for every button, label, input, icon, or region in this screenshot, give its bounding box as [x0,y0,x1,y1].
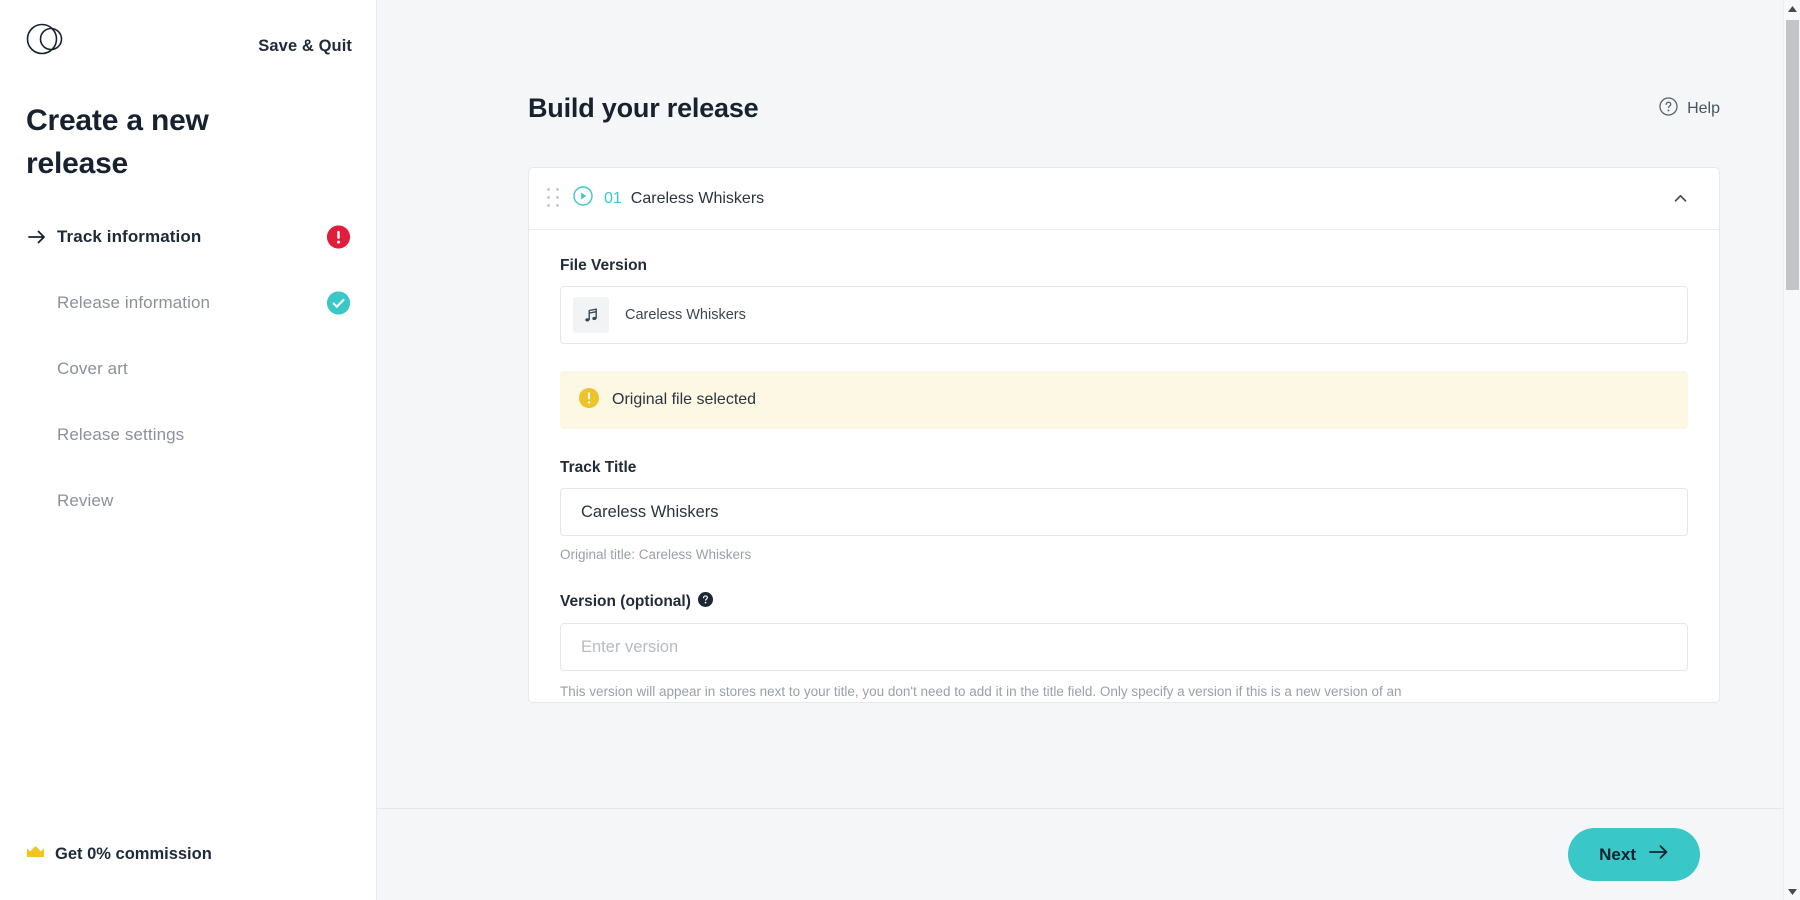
main-content: Build your release Help [377,0,1800,900]
get-commission-link[interactable]: Get 0% commission [0,845,376,900]
drag-handle-icon[interactable] [547,188,560,210]
version-label-row: Version (optional) [560,592,1688,612]
sidebar-item-label: Release settings [57,425,184,445]
wizard-footer: Next [377,808,1800,900]
help-tooltip-icon[interactable] [698,592,713,612]
alert-text: Original file selected [612,391,756,409]
arrow-right-icon [26,226,48,248]
sidebar-nav: Track information Release information [0,219,376,519]
build-your-release-title: Build your release [528,93,759,124]
sidebar-item-label: Review [57,491,113,511]
app-root: Save & Quit Create a new release Track i… [0,0,1800,900]
arrow-right-icon [1649,844,1669,865]
sidebar-item-label: Release information [57,293,210,313]
status-badge-error [327,226,350,249]
overlapping-circles-logo[interactable] [26,18,68,60]
track-card-body: File Version Careless Whiskers [529,230,1719,702]
file-version-label: File Version [560,257,1688,275]
sidebar-item-release-information[interactable]: Release information [0,285,376,321]
warning-icon [579,388,599,413]
track-title-input[interactable] [560,488,1688,536]
next-button[interactable]: Next [1568,828,1700,881]
play-icon[interactable] [573,186,604,211]
status-badge-complete [327,292,350,315]
scroll-up-arrow-icon[interactable] [1784,0,1800,17]
chevron-up-icon[interactable] [1667,186,1693,212]
sidebar-item-track-information[interactable]: Track information [0,219,376,255]
track-card-header[interactable]: 01 Careless Whiskers [529,168,1719,230]
help-label: Help [1687,100,1720,118]
sidebar-item-release-settings[interactable]: Release settings [0,417,376,453]
track-title-label: Track Title [560,459,1688,477]
version-label: Version (optional) [560,593,691,611]
track-name: Careless Whiskers [631,190,764,208]
main-header: Build your release Help [377,0,1800,124]
page-title: Create a new release [0,60,280,185]
file-name: Careless Whiskers [625,307,746,323]
sidebar-item-label: Cover art [57,359,128,379]
track-title-field-group: Track Title Original title: Careless Whi… [560,459,1688,562]
scroll-down-arrow-icon[interactable] [1784,883,1800,900]
help-circle-icon [1659,97,1678,121]
original-file-alert: Original file selected [560,371,1688,429]
vertical-scrollbar[interactable] [1783,0,1800,900]
track-card: 01 Careless Whiskers File Version [528,167,1720,703]
file-version-selector[interactable]: Careless Whiskers [560,286,1688,344]
version-input[interactable] [560,623,1688,671]
next-button-label: Next [1599,845,1636,865]
sidebar-item-review[interactable]: Review [0,483,376,519]
scroll-area: Build your release Help [377,0,1800,808]
crown-icon [26,845,45,864]
music-note-icon [573,297,609,333]
sidebar-item-label: Track information [57,227,201,247]
version-field-group: Version (optional) This version will app… [560,592,1688,702]
version-hint: This version will appear in stores next … [560,682,1688,702]
save-and-quit-button[interactable]: Save & Quit [258,37,352,56]
track-title-hint: Original title: Careless Whiskers [560,547,1688,562]
help-button[interactable]: Help [1659,97,1720,121]
commission-label: Get 0% commission [55,845,212,864]
sidebar: Save & Quit Create a new release Track i… [0,0,377,900]
sidebar-item-cover-art[interactable]: Cover art [0,351,376,387]
track-number: 01 [604,190,622,208]
sidebar-header: Save & Quit [0,0,376,60]
scrollbar-thumb[interactable] [1786,20,1799,290]
